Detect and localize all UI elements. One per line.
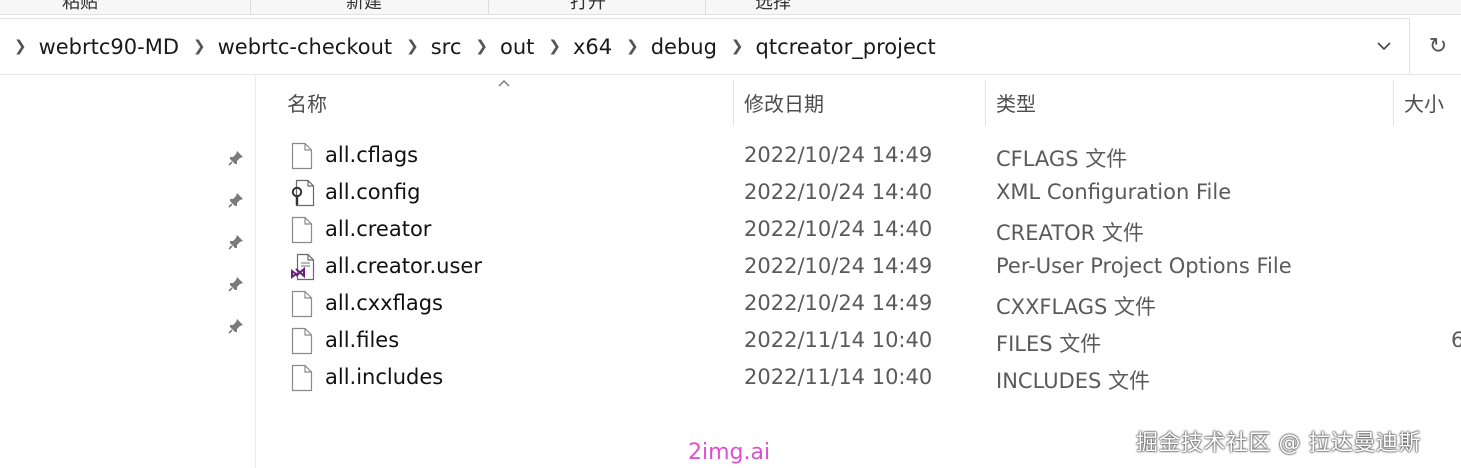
file-type: Per-User Project Options File [996, 254, 1292, 278]
file-date: 2022/10/24 14:49 [744, 143, 933, 167]
blank-file-icon [291, 364, 315, 392]
file-type: FILES 文件 [996, 332, 1102, 356]
file-name: all.config [325, 180, 421, 204]
breadcrumb-item[interactable]: src [431, 35, 462, 59]
refresh-icon[interactable]: ↻ [1418, 32, 1458, 60]
chevron-right-icon[interactable]: ❯ [626, 37, 639, 55]
blank-file-icon [291, 216, 315, 244]
chevron-right-icon[interactable]: ❯ [14, 37, 27, 55]
ribbon-label-select[interactable]: 选择 [755, 0, 791, 14]
breadcrumb-item-current[interactable]: qtcreator_project [756, 35, 936, 59]
breadcrumb-item[interactable]: debug [651, 35, 717, 59]
chevron-right-icon[interactable]: ❯ [548, 37, 561, 55]
site-watermark: 2img.ai [688, 440, 771, 465]
ribbon-divider [250, 0, 251, 14]
breadcrumb[interactable]: ❯ webrtc90-MD ❯ webrtc-checkout ❯ src ❯ … [0, 18, 1410, 74]
address-bar: ❯ webrtc90-MD ❯ webrtc-checkout ❯ src ❯ … [0, 18, 1461, 75]
ribbon-divider [705, 0, 706, 14]
file-type: CXXFLAGS 文件 [996, 295, 1156, 319]
file-row[interactable]: all.creator 2022/10/24 14:40 CREATOR 文件 [285, 212, 1461, 249]
column-header-name[interactable]: 名称 [287, 88, 327, 122]
ribbon-label-open[interactable]: 打开 [570, 0, 606, 14]
chevron-right-icon[interactable]: ❯ [193, 37, 206, 55]
column-divider[interactable] [1393, 80, 1394, 126]
chevron-right-icon[interactable]: ❯ [731, 37, 744, 55]
file-date: 2022/10/24 14:40 [744, 180, 933, 204]
sort-ascending-icon [497, 78, 511, 88]
pin-icon[interactable] [224, 146, 248, 170]
chevron-right-icon[interactable]: ❯ [406, 37, 419, 55]
blank-file-icon [291, 290, 315, 318]
visual-studio-file-icon [291, 253, 315, 281]
file-row[interactable]: all.creator.user 2022/10/24 14:49 Per-Us… [285, 249, 1461, 286]
column-header-type[interactable]: 类型 [996, 88, 1036, 122]
column-header-size[interactable]: 大小 [1404, 88, 1444, 122]
breadcrumb-row: ❯ webrtc90-MD ❯ webrtc-checkout ❯ src ❯ … [14, 19, 950, 75]
file-row[interactable]: all.cxxflags 2022/10/24 14:49 CXXFLAGS 文… [285, 286, 1461, 323]
column-divider[interactable] [733, 80, 734, 126]
navigation-pane [0, 75, 256, 468]
breadcrumb-item[interactable]: out [500, 35, 534, 59]
file-row[interactable]: all.cflags 2022/10/24 14:49 CFLAGS 文件 [285, 138, 1461, 175]
file-name: all.files [325, 328, 400, 352]
column-divider[interactable] [985, 80, 986, 126]
breadcrumb-item[interactable]: x64 [573, 35, 612, 59]
file-size: 6 [1451, 328, 1461, 352]
ribbon-strip: 粘贴 新建 打开 选择 [0, 0, 1461, 15]
author-watermark: 掘金技术社区 @ 拉达曼迪斯 [1136, 431, 1421, 456]
file-type: XML Configuration File [996, 180, 1232, 204]
blank-file-icon [291, 142, 315, 170]
file-name: all.creator.user [325, 254, 482, 278]
pin-icon[interactable] [224, 188, 248, 212]
file-date: 2022/11/14 10:40 [744, 365, 933, 389]
file-type: CFLAGS 文件 [996, 147, 1128, 171]
pin-icon[interactable] [224, 230, 248, 254]
breadcrumb-item[interactable]: webrtc90-MD [39, 35, 179, 59]
config-file-icon [291, 179, 315, 207]
chevron-down-icon[interactable] [1373, 35, 1395, 57]
breadcrumb-item[interactable]: webrtc-checkout [218, 35, 393, 59]
file-type: CREATOR 文件 [996, 221, 1144, 245]
file-type: INCLUDES 文件 [996, 369, 1151, 393]
ribbon-label-paste[interactable]: 粘贴 [62, 0, 98, 14]
pin-icon[interactable] [224, 314, 248, 338]
chevron-right-icon[interactable]: ❯ [475, 37, 488, 55]
column-header-date[interactable]: 修改日期 [744, 88, 824, 122]
file-date: 2022/10/24 14:40 [744, 217, 933, 241]
file-row[interactable]: all.includes 2022/11/14 10:40 INCLUDES 文… [285, 360, 1461, 397]
file-date: 2022/10/24 14:49 [744, 254, 933, 278]
file-name: all.includes [325, 365, 444, 389]
file-name: all.creator [325, 217, 432, 241]
file-name: all.cxxflags [325, 291, 443, 315]
ribbon-label-new[interactable]: 新建 [346, 0, 382, 14]
ribbon-divider [488, 0, 489, 14]
blank-file-icon [291, 327, 315, 355]
file-row[interactable]: all.config 2022/10/24 14:40 XML Configur… [285, 175, 1461, 212]
file-row[interactable]: all.files 2022/11/14 10:40 FILES 文件 6 [285, 323, 1461, 360]
file-name: all.cflags [325, 143, 419, 167]
file-date: 2022/11/14 10:40 [744, 328, 933, 352]
file-date: 2022/10/24 14:49 [744, 291, 933, 315]
pin-icon[interactable] [224, 272, 248, 296]
